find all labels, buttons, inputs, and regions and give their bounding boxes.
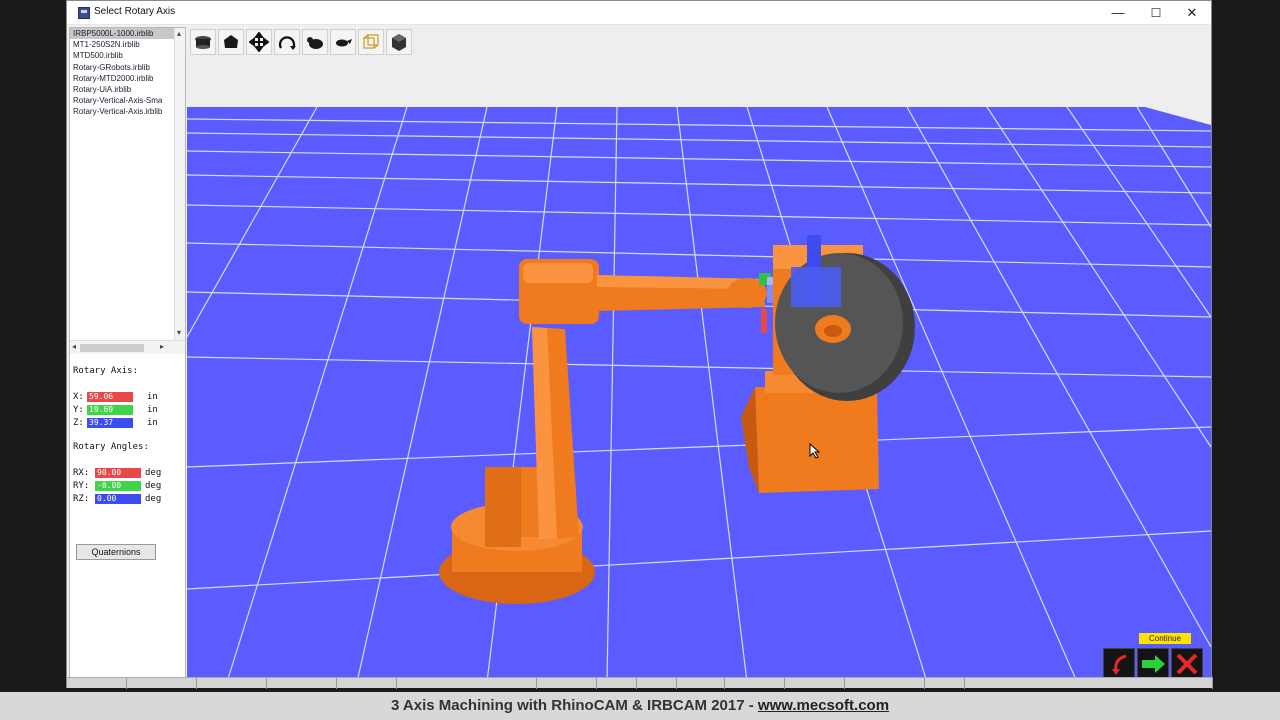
maximize-button[interactable]: ☐ [1137,1,1175,25]
rx-label: RX: [73,468,90,478]
status-bar [67,677,1213,689]
library-item[interactable]: Rotary-Vertical-Axis-Sma [70,95,175,106]
rotary-angles-label: Rotary Angles: [73,442,149,452]
z-unit: in [147,418,158,428]
zoom-in-icon[interactable] [302,29,328,55]
3d-viewport[interactable]: Continue [187,27,1211,682]
rz-value-field[interactable]: 0.00 [95,494,141,504]
status-field [67,678,127,689]
horizontal-scroll-thumb[interactable] [80,344,144,352]
status-field [197,678,267,689]
wireframe-icon[interactable] [358,29,384,55]
shaded-icon[interactable] [386,29,412,55]
select-rotary-axis-window: Select Rotary Axis — ☐ ✕ IRBP5000L-1000.… [66,0,1213,689]
rz-unit: deg [145,494,162,504]
status-field [677,678,725,689]
y-unit: in [147,405,158,415]
rotary-properties: Rotary Axis: X: 59.06 in Y: 19.69 in Z: … [70,358,185,678]
cancel-x-icon [1176,653,1198,675]
screen: Select Rotary Axis — ☐ ✕ IRBP5000L-1000.… [0,0,1280,720]
rotary-axis-label: Rotary Axis: [73,366,139,376]
x-unit: in [147,392,158,402]
status-field [337,678,397,689]
rx-unit: deg [145,468,162,478]
caption-link[interactable]: www.mecsoft.com [758,697,889,714]
status-field [845,678,925,689]
floor-plane [187,107,1211,682]
scroll-left-icon[interactable]: ◂ [72,342,76,351]
video-caption: 3 Axis Machining with RhinoCAM & IRBCAM … [0,692,1280,720]
caption-text: 3 Axis Machining with RhinoCAM & IRBCAM … [390,697,758,714]
horizontal-scrollbar[interactable]: ◂ ▸ [70,340,185,354]
library-item[interactable]: IRBP5000L-1000.irblib [70,28,175,40]
status-field [537,678,597,689]
zoom-out-icon[interactable] [330,29,356,55]
status-field [725,678,785,689]
mouse-cursor-icon [809,443,821,459]
status-field [597,678,637,689]
rz-label: RZ: [73,494,90,504]
library-item[interactable]: Rotary-UiA.irblib [70,84,175,95]
status-field [397,678,537,689]
close-window-button[interactable]: ✕ [1173,1,1211,25]
window-title: Select Rotary Axis [94,6,176,17]
scroll-down-icon[interactable]: ▾ [177,328,181,337]
view-perspective-icon[interactable] [218,29,244,55]
3d-scene[interactable] [187,27,1211,682]
title-bar[interactable]: Select Rotary Axis — ☐ ✕ [67,1,1211,25]
quaternions-button[interactable]: Quaternions [76,544,156,560]
library-item[interactable]: MT1-250S2N.irblib [70,39,175,50]
status-field [267,678,337,689]
z-value-field[interactable]: 39.37 [87,418,133,428]
continue-button[interactable] [1137,648,1169,680]
left-panel: IRBP5000L-1000.irblib MT1-250S2N.irblib … [69,27,186,682]
status-field [965,678,1213,689]
continue-tooltip: Continue [1139,633,1191,644]
x-value-field[interactable]: 59.06 [87,392,133,402]
y-value-field[interactable]: 19.69 [87,405,133,415]
minimize-button[interactable]: — [1099,1,1137,25]
pan-icon[interactable] [246,29,272,55]
scroll-right-icon[interactable]: ▸ [160,342,164,351]
cancel-button[interactable] [1171,648,1203,680]
rotate-icon[interactable] [274,29,300,55]
view-top-icon[interactable] [190,29,216,55]
rx-value-field[interactable]: 90.00 [95,468,141,478]
status-field [925,678,965,689]
scroll-up-icon[interactable]: ▴ [177,29,181,38]
library-item[interactable]: MTD500.irblib [70,50,175,61]
app-icon [78,7,90,19]
status-field [637,678,677,689]
library-item[interactable]: Rotary-Vertical-Axis.irblib [70,106,175,117]
library-item[interactable]: Rotary-MTD2000.irblib [70,73,175,84]
undo-button[interactable] [1103,648,1135,680]
ry-label: RY: [73,481,90,491]
ry-value-field[interactable]: -0.00 [95,481,141,491]
status-field [785,678,845,689]
undo-arrow-icon [1112,654,1127,675]
ry-unit: deg [145,481,162,491]
library-item[interactable]: Rotary-GRobots.irblib [70,62,175,73]
forward-arrow-icon [1142,655,1165,673]
library-list[interactable]: IRBP5000L-1000.irblib MT1-250S2N.irblib … [70,28,185,340]
status-field [127,678,197,689]
vertical-scrollbar[interactable]: ▴ ▾ [174,28,185,340]
